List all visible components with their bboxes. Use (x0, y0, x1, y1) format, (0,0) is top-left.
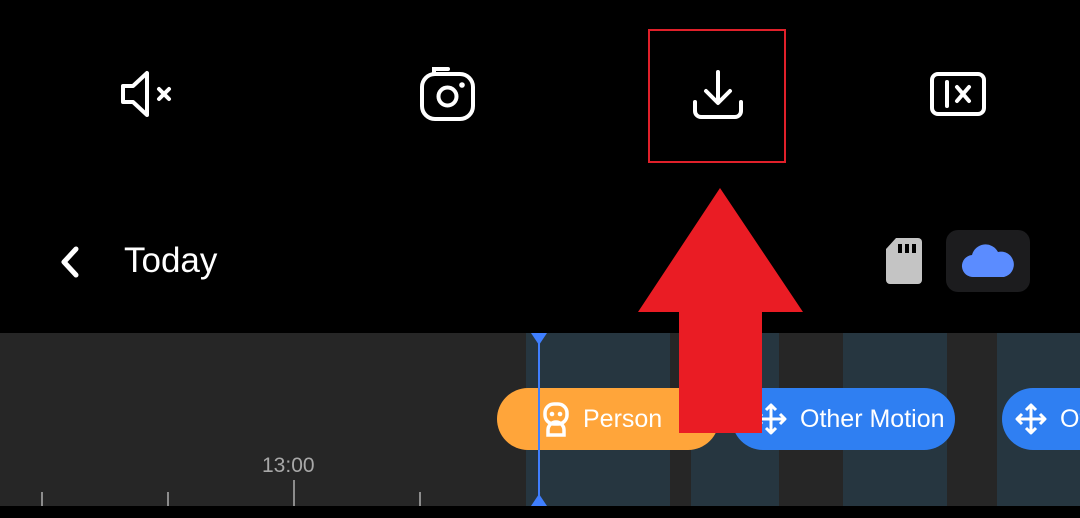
volume-mute-icon (121, 71, 171, 117)
download-highlight-box (648, 29, 786, 163)
chevron-left-icon (61, 246, 79, 278)
timeline-tick (41, 492, 43, 506)
event-label: Ot (1060, 404, 1080, 433)
mute-button[interactable] (108, 54, 188, 134)
timeline-tick (293, 480, 295, 506)
playhead-top-marker (531, 333, 547, 345)
camera-icon (420, 67, 475, 121)
speed-1x-icon (930, 72, 986, 116)
move-icon (1015, 403, 1047, 435)
time-label: 13:00 (262, 454, 315, 477)
sd-card-button[interactable] (876, 231, 932, 291)
snapshot-button[interactable] (408, 54, 488, 134)
playhead-line[interactable] (538, 333, 540, 506)
playhead-bottom-marker (531, 494, 547, 506)
bottom-strip (0, 506, 1080, 518)
red-arrow-annotation (638, 188, 803, 433)
cloud-icon (961, 244, 1014, 278)
event-label: Other Motion (800, 404, 945, 433)
event-timeline[interactable]: Person Other Motion Ot 13:00 (0, 333, 1080, 506)
date-header: Today (0, 215, 1080, 315)
back-button[interactable] (40, 237, 100, 287)
cloud-storage-button[interactable] (946, 230, 1030, 292)
event-chip-other-motion[interactable]: Ot (1002, 388, 1080, 450)
sd-card-icon (886, 238, 922, 284)
timeline-tick (167, 492, 169, 506)
timeline-tick (419, 492, 421, 506)
person-icon (543, 402, 569, 437)
speed-button[interactable] (918, 54, 998, 134)
page-title: Today (124, 241, 218, 280)
playback-toolbar (0, 0, 1080, 190)
